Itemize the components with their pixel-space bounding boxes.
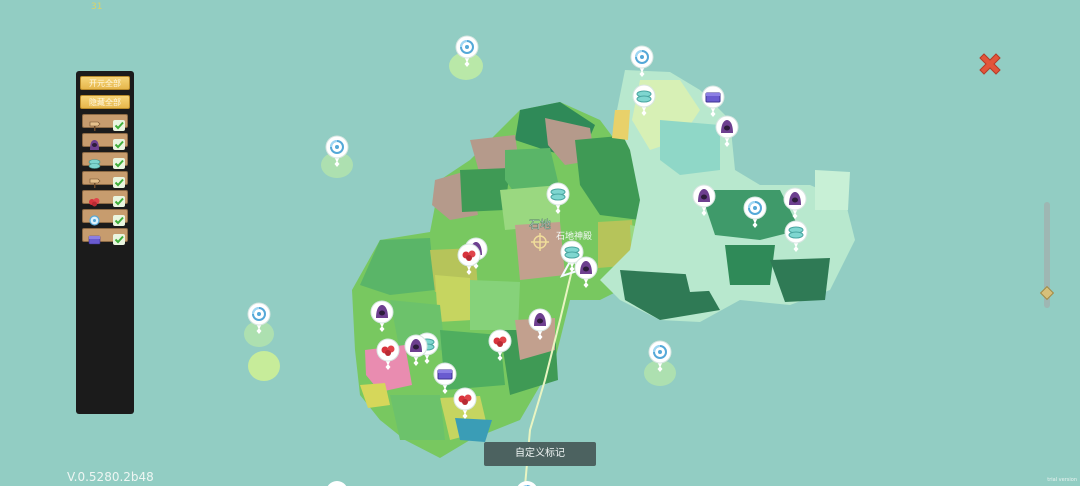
checkmark-icon[interactable] (113, 211, 125, 226)
checkmark-icon[interactable] (113, 135, 125, 150)
version-label: V.0.5280.2b48 (67, 470, 154, 484)
hooded-figure-icon (88, 135, 101, 150)
chest-icon (88, 230, 101, 245)
checkmark-icon[interactable] (113, 116, 125, 131)
marker-swirl[interactable] (516, 481, 538, 486)
teleporter-icon (88, 154, 101, 169)
hide-all-button[interactable]: 隐藏全部 (80, 95, 130, 109)
checkmark-icon[interactable] (113, 230, 125, 245)
close-icon[interactable] (976, 50, 1004, 78)
world-map[interactable]: 石地 石地神殿 (0, 0, 1080, 486)
filter-toggle-hooded-figure[interactable] (82, 133, 128, 150)
checkmark-icon[interactable] (113, 192, 125, 207)
checkmark-icon[interactable] (113, 173, 125, 188)
marker-swirl[interactable] (326, 481, 348, 486)
custom-mark-button[interactable]: 自定义标记 (484, 442, 596, 466)
portal-swirl-icon (88, 211, 101, 226)
filter-toggle-red-ore[interactable] (82, 190, 128, 207)
show-all-button[interactable]: 开元全部 (80, 76, 130, 90)
fps-counter: 31 (91, 2, 103, 12)
red-ore-icon (88, 192, 101, 207)
region-label: 石地 (529, 218, 551, 231)
filter-toggle-chest[interactable] (82, 228, 128, 245)
signpost-icon (88, 116, 101, 131)
signpost-icon (88, 173, 101, 188)
filter-toggle-portal-swirl[interactable] (82, 209, 128, 226)
checkmark-icon[interactable] (113, 154, 125, 169)
filter-toggle-signpost[interactable] (82, 171, 128, 188)
filter-toggle-teleporter[interactable] (82, 152, 128, 169)
poi-label: 石地神殿 (556, 230, 592, 242)
filter-panel: 开元全部 隐藏全部 (76, 71, 134, 414)
filter-toggle-signpost[interactable] (82, 114, 128, 131)
trial-label: trial version (1047, 477, 1077, 483)
